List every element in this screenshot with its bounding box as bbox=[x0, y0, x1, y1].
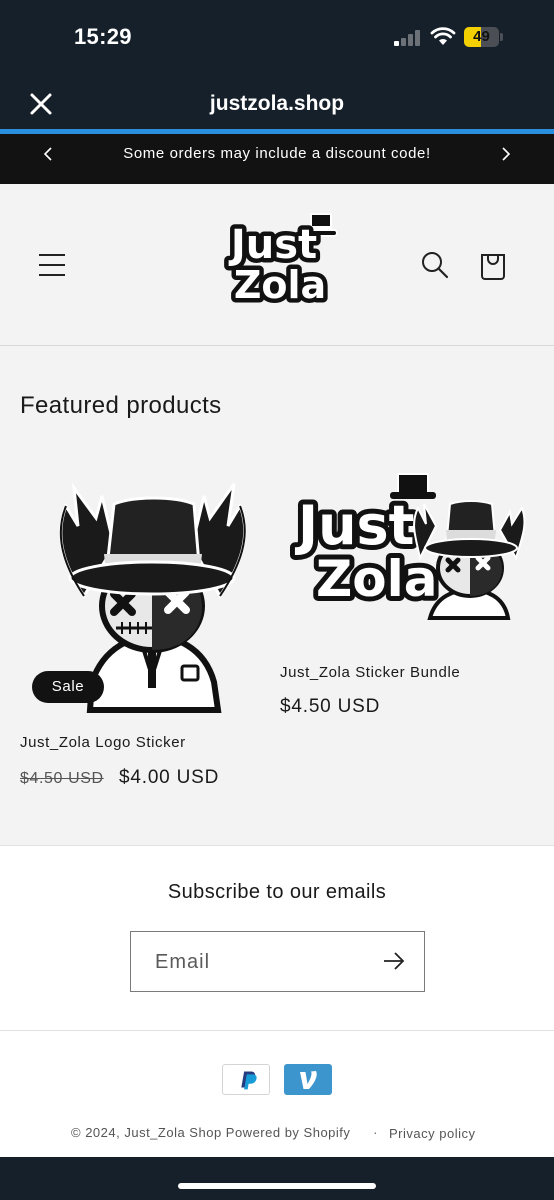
privacy-policy-link[interactable]: Privacy policy bbox=[389, 1126, 475, 1141]
wifi-icon bbox=[430, 27, 456, 45]
footer-separator: · bbox=[373, 1124, 378, 1140]
cellular-signal-icon bbox=[394, 30, 422, 46]
bundle-logo-text-line1-fill: Just bbox=[294, 494, 415, 557]
featured-section-title: Featured products bbox=[20, 392, 222, 419]
browser-bottom-bar bbox=[0, 1157, 554, 1200]
battery-level: 49 bbox=[473, 28, 490, 45]
cart-icon[interactable] bbox=[478, 249, 508, 281]
product-compare-price: $4.50 USD bbox=[20, 770, 104, 787]
home-indicator[interactable] bbox=[178, 1183, 376, 1189]
product-price: $4.50 USD bbox=[280, 696, 381, 717]
chevron-right-icon[interactable] bbox=[498, 145, 514, 163]
logo-text-line1-fill: Just bbox=[228, 222, 317, 268]
product-title[interactable]: Just_Zola Sticker Bundle bbox=[280, 664, 460, 681]
menu-icon[interactable] bbox=[38, 253, 66, 277]
page-title: justzola.shop bbox=[209, 92, 345, 115]
product-title[interactable]: Just_Zola Logo Sticker bbox=[20, 734, 186, 751]
search-icon[interactable] bbox=[420, 250, 450, 280]
sale-badge: Sale bbox=[32, 671, 104, 703]
email-field[interactable] bbox=[155, 949, 355, 975]
newsletter-title: Subscribe to our emails bbox=[167, 881, 387, 903]
paypal-icon bbox=[222, 1064, 270, 1095]
chevron-left-icon[interactable] bbox=[40, 145, 56, 163]
store-logo[interactable]: Just Just Zola Zola bbox=[216, 204, 342, 308]
product-price: $4.00 USD bbox=[119, 767, 220, 788]
announcement-bar: Some orders may include a discount code! bbox=[0, 134, 554, 184]
battery-icon: 49 bbox=[464, 27, 503, 47]
subscribe-arrow-button[interactable] bbox=[382, 950, 406, 972]
status-time: 15:29 bbox=[74, 24, 132, 49]
venmo-icon bbox=[284, 1064, 332, 1095]
copyright-text[interactable]: © 2024, Just_Zola Shop Powered by Shopif… bbox=[71, 1125, 350, 1140]
product-image-sticker-bundle[interactable]: Just Just Zola Zola bbox=[290, 468, 530, 624]
announcement-text: Some orders may include a discount code! bbox=[123, 145, 431, 162]
logo-text-line2-fill: Zola bbox=[234, 263, 326, 307]
